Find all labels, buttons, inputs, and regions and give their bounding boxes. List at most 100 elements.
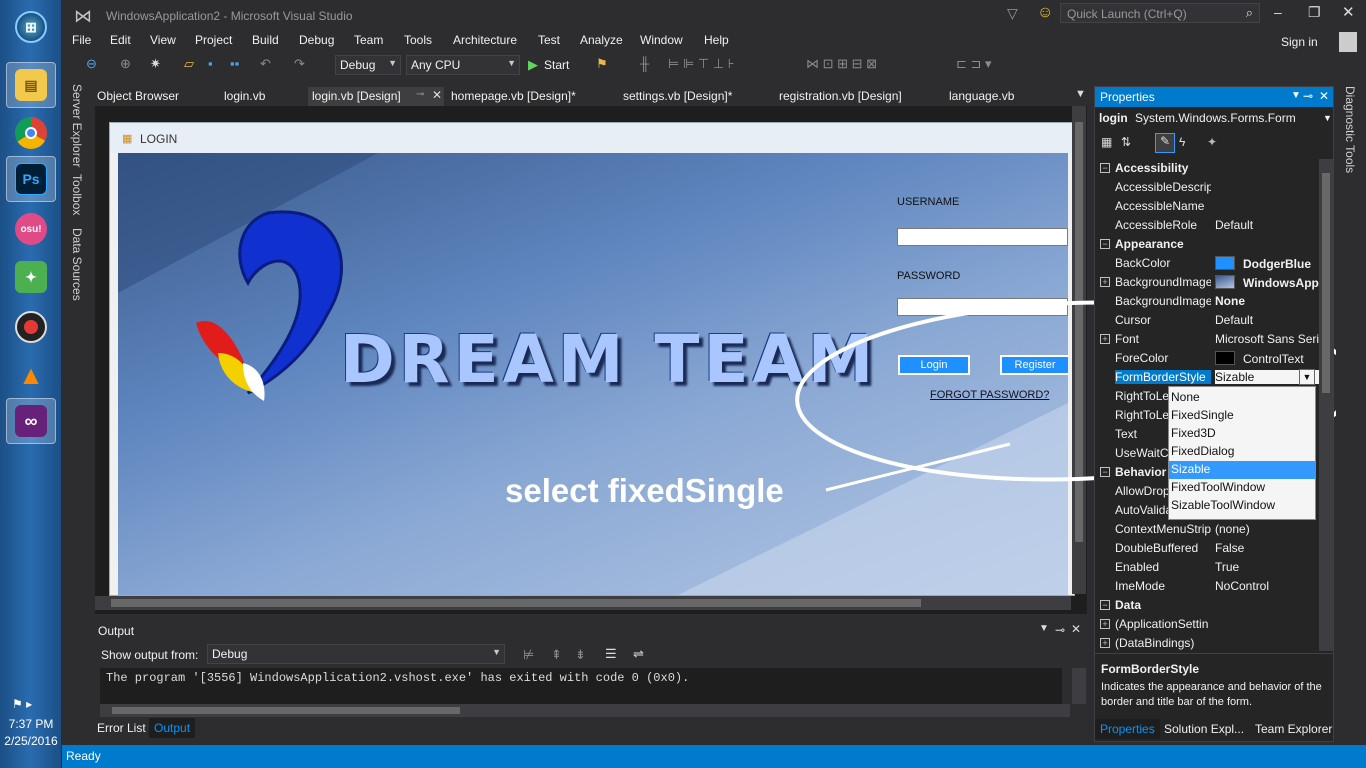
property-pages-icon[interactable]: ✦	[1207, 135, 1217, 149]
property-row[interactable]: + (ApplicationSettin	[1095, 615, 1319, 634]
prev-message-icon[interactable]: ⇞	[551, 647, 562, 663]
property-row[interactable]: BackgroundImage None	[1095, 292, 1319, 311]
property-grid-scrollbar[interactable]	[1319, 159, 1333, 651]
property-row[interactable]: Cursor Default	[1095, 311, 1319, 330]
formborderstyle-dropdown-arrow-icon[interactable]: ▼	[1299, 369, 1315, 385]
property-value[interactable]: (none)	[1215, 522, 1319, 536]
property-name: ContextMenuStrip	[1115, 522, 1211, 536]
expander-icon[interactable]: −	[1100, 163, 1110, 173]
property-value-text: (none)	[1215, 522, 1250, 536]
expander-icon[interactable]: −	[1100, 600, 1110, 610]
properties-close-icon[interactable]: ✕	[1319, 89, 1329, 103]
object-type: System.Windows.Forms.Form	[1135, 111, 1296, 125]
property-row[interactable]: AccessibleRole Default	[1095, 216, 1319, 235]
property-value-text: Default	[1215, 218, 1254, 232]
property-name: (ApplicationSettin	[1115, 617, 1209, 631]
status-text: Ready	[66, 749, 101, 763]
property-description-text: Indicates the appearance and behavior of…	[1101, 681, 1322, 708]
tab-properties[interactable]: Properties	[1095, 719, 1160, 739]
property-value-text: Default	[1215, 313, 1254, 327]
property-category[interactable]: − Data	[1095, 596, 1319, 615]
property-value[interactable]: NoControl	[1215, 579, 1319, 593]
expander-icon[interactable]: +	[1100, 638, 1110, 648]
output-vertical-scrollbar[interactable]	[1072, 668, 1086, 704]
output-text-area[interactable]: The program '[3556] WindowsApplication2.…	[100, 668, 1062, 704]
find-message-icon[interactable]: ⊭	[523, 647, 534, 663]
property-name: Accessibility	[1115, 161, 1189, 175]
property-row[interactable]: ForeColor ControlText	[1095, 349, 1319, 368]
color-swatch-icon	[1215, 256, 1235, 270]
property-value[interactable]: Microsoft Sans Serif	[1215, 332, 1319, 346]
expander-icon[interactable]: −	[1100, 239, 1110, 249]
property-name: ImeMode	[1115, 579, 1166, 593]
property-value[interactable]: False	[1215, 541, 1319, 555]
property-name: AccessibleDescript	[1115, 180, 1211, 194]
property-value[interactable]: True	[1215, 560, 1319, 574]
expander-icon[interactable]: +	[1100, 334, 1110, 344]
property-value[interactable]: WindowsAppl	[1215, 275, 1319, 290]
properties-title-bar: Properties ▼ ⊸ ✕	[1095, 87, 1333, 107]
expander-icon[interactable]: +	[1100, 277, 1110, 287]
property-row[interactable]: DoubleBuffered False	[1095, 539, 1319, 558]
clear-all-icon[interactable]: ☰	[605, 646, 617, 662]
diagnostic-tools-tab[interactable]: Diagnostic Tools	[1343, 86, 1357, 173]
property-row[interactable]: + BackgroundImage WindowsAppl	[1095, 273, 1319, 292]
property-row[interactable]: ContextMenuStrip (none)	[1095, 520, 1319, 539]
object-name: login	[1099, 111, 1128, 125]
next-message-icon[interactable]: ⇟	[575, 647, 586, 663]
property-category[interactable]: − Accessibility	[1095, 159, 1319, 178]
dropdown-option[interactable]: None	[1169, 389, 1315, 407]
dropdown-option[interactable]: FixedDialog	[1169, 443, 1315, 461]
word-wrap-icon[interactable]: ⇌	[633, 646, 644, 662]
property-value-text: NoControl	[1215, 579, 1270, 593]
tab-error-list[interactable]: Error List	[97, 721, 146, 735]
object-selector[interactable]: login System.Windows.Forms.Form ▼	[1099, 111, 1332, 131]
properties-view-icon[interactable]: ✎	[1155, 133, 1175, 153]
expander-icon[interactable]: −	[1100, 467, 1110, 477]
property-row[interactable]: Enabled True	[1095, 558, 1319, 577]
output-source-select[interactable]: Debug ▼	[207, 644, 505, 664]
output-source-value: Debug	[212, 647, 248, 661]
output-pin-icon[interactable]: ⊸	[1055, 623, 1065, 637]
properties-menu-icon[interactable]: ▼	[1291, 90, 1301, 101]
property-row[interactable]: FormBorderStyle Sizable	[1095, 368, 1319, 387]
property-value[interactable]: Default	[1215, 313, 1319, 327]
dropdown-option[interactable]: FixedSingle	[1169, 407, 1315, 425]
property-row[interactable]: AccessibleName	[1095, 197, 1319, 216]
property-name: BackColor	[1115, 256, 1171, 270]
property-value[interactable]: None	[1215, 294, 1319, 308]
object-selector-arrow-icon[interactable]: ▼	[1323, 113, 1332, 123]
property-row[interactable]: + Font Microsoft Sans Serif	[1095, 330, 1319, 349]
expander-icon[interactable]: +	[1100, 619, 1110, 629]
property-category[interactable]: − Appearance	[1095, 235, 1319, 254]
property-grid-scroll-thumb[interactable]	[1322, 173, 1330, 393]
tab-output[interactable]: Output	[149, 718, 196, 738]
output-horizontal-scrollbar[interactable]	[100, 704, 1070, 717]
property-description: FormBorderStyle Indicates the appearance…	[1095, 653, 1333, 715]
dropdown-option[interactable]: FixedToolWindow	[1169, 479, 1315, 497]
property-value[interactable]: ControlText	[1215, 351, 1319, 366]
dropdown-option[interactable]: Fixed3D	[1169, 425, 1315, 443]
categorized-icon[interactable]: ▦	[1101, 135, 1112, 149]
output-menu-icon[interactable]: ▼	[1039, 623, 1049, 634]
property-value[interactable]: Default	[1215, 218, 1319, 232]
output-scroll-thumb[interactable]	[112, 707, 460, 714]
property-row[interactable]: BackColor DodgerBlue	[1095, 254, 1319, 273]
events-icon[interactable]: ϟ	[1179, 135, 1185, 149]
property-name: Cursor	[1115, 313, 1152, 327]
dropdown-option[interactable]: SizableToolWindow	[1169, 497, 1315, 515]
alphabetical-icon[interactable]: ⇅	[1121, 135, 1131, 149]
property-name: Data	[1115, 598, 1142, 612]
property-row[interactable]: + (DataBindings)	[1095, 634, 1319, 653]
properties-pin-icon[interactable]: ⊸	[1303, 89, 1313, 103]
dropdown-option[interactable]: Sizable	[1169, 461, 1315, 479]
property-row[interactable]: ImeMode NoControl	[1095, 577, 1319, 596]
property-value-text: Microsoft Sans Serif	[1215, 332, 1319, 346]
property-row[interactable]: AccessibleDescript	[1095, 178, 1319, 197]
property-value[interactable]: DodgerBlue	[1215, 256, 1319, 271]
tab-team-explorer[interactable]: Team Explorer	[1255, 722, 1332, 736]
output-close-icon[interactable]: ✕	[1071, 622, 1081, 636]
output-line: The program '[3556] WindowsApplication2.…	[106, 671, 690, 685]
property-value-text: ControlText	[1243, 352, 1304, 366]
tab-solution-explorer[interactable]: Solution Expl...	[1164, 722, 1244, 736]
